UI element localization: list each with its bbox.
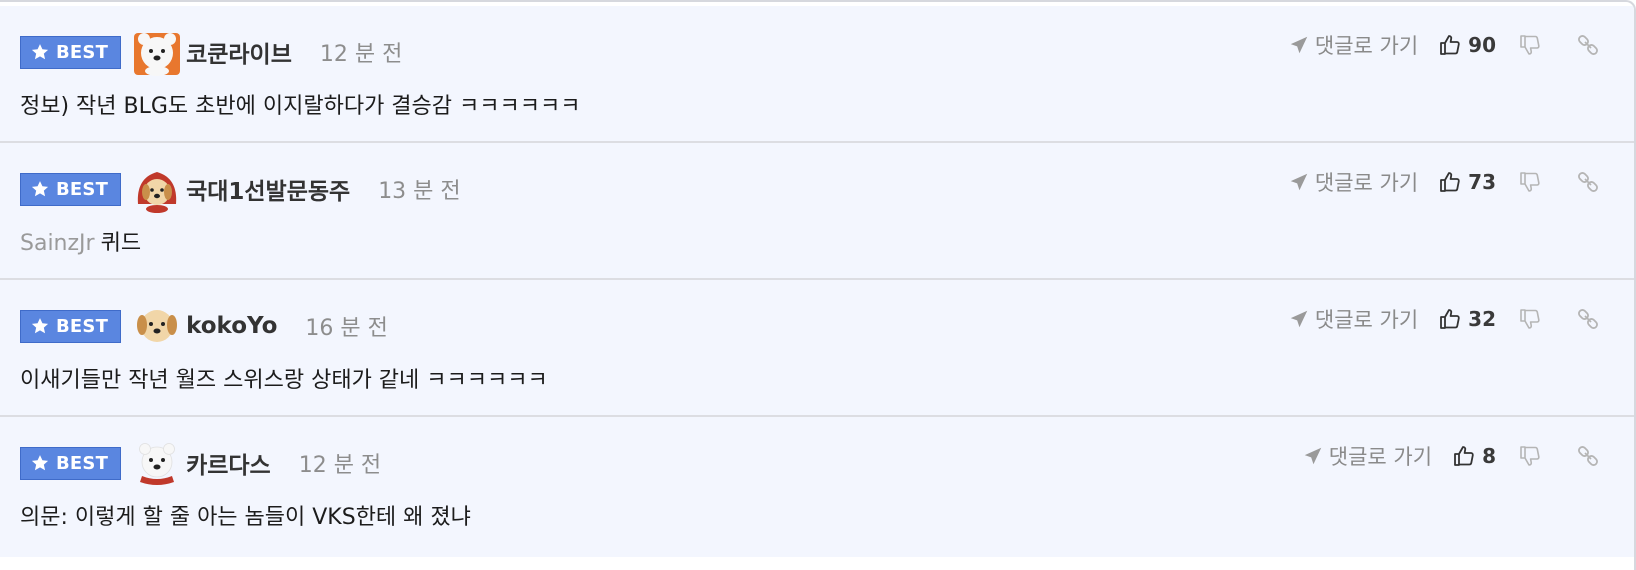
comment-body: 의문: 이렇게 할 줄 아는 놈들이 VKS한테 왜 졌냐 bbox=[20, 505, 471, 530]
timestamp: 13 분 전 bbox=[378, 179, 461, 204]
dislike-button[interactable] bbox=[1518, 444, 1542, 468]
goto-reply-button[interactable]: 댓글로 가기 bbox=[1288, 167, 1418, 197]
goto-reply-label: 댓글로 가기 bbox=[1314, 308, 1419, 332]
thumbs-up-icon bbox=[1440, 35, 1460, 55]
comment-text: 정보) 작년 BLG도 초반에 이지랄하다가 결승감 ㅋㅋㅋㅋㅋㅋ bbox=[20, 88, 580, 120]
comment-actions: 댓글로 가기 90 bbox=[1288, 30, 1600, 60]
thumbs-up-icon bbox=[1440, 309, 1460, 329]
copy-link-button[interactable] bbox=[1576, 307, 1600, 331]
like-count: 32 bbox=[1468, 307, 1496, 331]
link-icon bbox=[1578, 446, 1598, 466]
best-badge: BEST bbox=[20, 309, 122, 343]
best-badge-label: BEST bbox=[56, 178, 109, 200]
comment-header: BEST 코쿤라이브 12 분 전 bbox=[20, 28, 402, 76]
dislike-button[interactable] bbox=[1518, 170, 1542, 194]
timestamp: 16 분 전 bbox=[305, 316, 388, 341]
star-icon bbox=[31, 455, 49, 471]
polar-bear-scarf-avatar[interactable] bbox=[132, 438, 182, 488]
username[interactable]: 코쿤라이브 bbox=[186, 35, 292, 69]
send-arrow-icon bbox=[1290, 36, 1308, 54]
best-comment-list: BEST 코쿤라이브 12 분 전 댓글로 가기 90 정보) 작년 BLG도 … bbox=[0, 6, 1634, 557]
goto-reply-button[interactable]: 댓글로 가기 bbox=[1288, 304, 1418, 334]
timestamp: 12 분 전 bbox=[298, 453, 382, 478]
comment-body: 퀴드 bbox=[100, 231, 142, 256]
comment-text: SainzJr 퀴드 bbox=[20, 225, 141, 257]
like-button[interactable]: 90 bbox=[1438, 33, 1496, 57]
goto-reply-label: 댓글로 가기 bbox=[1328, 445, 1433, 469]
best-badge: BEST bbox=[20, 446, 122, 480]
comment-item: BEST 코쿤라이브 12 분 전 댓글로 가기 90 정보) 작년 BLG도 … bbox=[0, 6, 1634, 143]
comment-body: 정보) 작년 BLG도 초반에 이지랄하다가 결승감 ㅋㅋㅋㅋㅋㅋ bbox=[20, 94, 581, 119]
like-count: 73 bbox=[1468, 170, 1496, 194]
link-icon bbox=[1578, 309, 1598, 329]
send-arrow-icon bbox=[1290, 310, 1308, 328]
best-badge-label: BEST bbox=[56, 315, 109, 337]
comment-header: BEST 카르다스 12 분 전 bbox=[20, 439, 381, 487]
comment-actions: 댓글로 가기 8 bbox=[1302, 441, 1600, 471]
thumbs-up-icon bbox=[1440, 172, 1460, 192]
polar-bear-avatar[interactable] bbox=[132, 27, 182, 77]
star-icon bbox=[31, 318, 49, 334]
thumbs-down-icon bbox=[1520, 35, 1540, 55]
comment-item: BEST kokoYo 16 분 전 댓글로 가기 32 이새기들만 작년 월즈… bbox=[0, 280, 1634, 417]
thumbs-up-icon bbox=[1454, 446, 1474, 466]
star-icon bbox=[31, 181, 49, 197]
timestamp: 12 분 전 bbox=[319, 42, 403, 67]
thumbs-down-icon bbox=[1520, 446, 1540, 466]
username[interactable]: 카르다스 bbox=[186, 446, 271, 480]
comment-actions: 댓글로 가기 73 bbox=[1288, 167, 1600, 197]
like-count: 8 bbox=[1482, 444, 1496, 468]
comment-item: BEST 카르다스 12 분 전 댓글로 가기 8 의문: 이렇게 할 줄 아는… bbox=[0, 417, 1634, 557]
comment-item: BEST 국대1선발문동주 13 분 전 댓글로 가기 73 SainzJr 퀴… bbox=[0, 143, 1634, 280]
comment-header: BEST 국대1선발문동주 13 분 전 bbox=[20, 165, 461, 213]
comment-text: 의문: 이렇게 할 줄 아는 놈들이 VKS한테 왜 졌냐 bbox=[20, 499, 471, 531]
dislike-button[interactable] bbox=[1518, 33, 1542, 57]
best-badge-label: BEST bbox=[56, 41, 109, 63]
best-badge: BEST bbox=[20, 35, 122, 69]
goto-reply-button[interactable]: 댓글로 가기 bbox=[1302, 441, 1432, 471]
puppy-avatar[interactable] bbox=[132, 301, 182, 351]
dislike-button[interactable] bbox=[1518, 307, 1542, 331]
goto-reply-label: 댓글로 가기 bbox=[1314, 171, 1419, 195]
comment-text: 이새기들만 작년 월즈 스위스랑 상태가 같네 ㅋㅋㅋㅋㅋㅋ bbox=[20, 362, 548, 394]
like-button[interactable]: 73 bbox=[1438, 170, 1496, 194]
best-badge-label: BEST bbox=[56, 452, 109, 474]
link-icon bbox=[1578, 172, 1598, 192]
send-arrow-icon bbox=[1290, 173, 1308, 191]
puppy-hood-avatar[interactable] bbox=[132, 164, 182, 214]
comment-panel: BEST 코쿤라이브 12 분 전 댓글로 가기 90 정보) 작년 BLG도 … bbox=[0, 0, 1636, 570]
goto-reply-button[interactable]: 댓글로 가기 bbox=[1288, 30, 1418, 60]
best-badge: BEST bbox=[20, 172, 122, 206]
username[interactable]: 국대1선발문동주 bbox=[186, 172, 350, 206]
thumbs-down-icon bbox=[1520, 309, 1540, 329]
username[interactable]: kokoYo bbox=[186, 313, 277, 339]
goto-reply-label: 댓글로 가기 bbox=[1314, 34, 1419, 58]
like-count: 90 bbox=[1468, 33, 1496, 57]
copy-link-button[interactable] bbox=[1576, 33, 1600, 57]
copy-link-button[interactable] bbox=[1576, 170, 1600, 194]
like-button[interactable]: 8 bbox=[1452, 444, 1496, 468]
send-arrow-icon bbox=[1304, 447, 1322, 465]
comment-body: 이새기들만 작년 월즈 스위스랑 상태가 같네 ㅋㅋㅋㅋㅋㅋ bbox=[20, 368, 548, 393]
comment-actions: 댓글로 가기 32 bbox=[1288, 304, 1600, 334]
star-icon bbox=[31, 44, 49, 60]
reply-to-user[interactable]: SainzJr bbox=[20, 231, 95, 256]
comment-header: BEST kokoYo 16 분 전 bbox=[20, 302, 388, 350]
like-button[interactable]: 32 bbox=[1438, 307, 1496, 331]
thumbs-down-icon bbox=[1520, 172, 1540, 192]
link-icon bbox=[1578, 35, 1598, 55]
copy-link-button[interactable] bbox=[1576, 444, 1600, 468]
